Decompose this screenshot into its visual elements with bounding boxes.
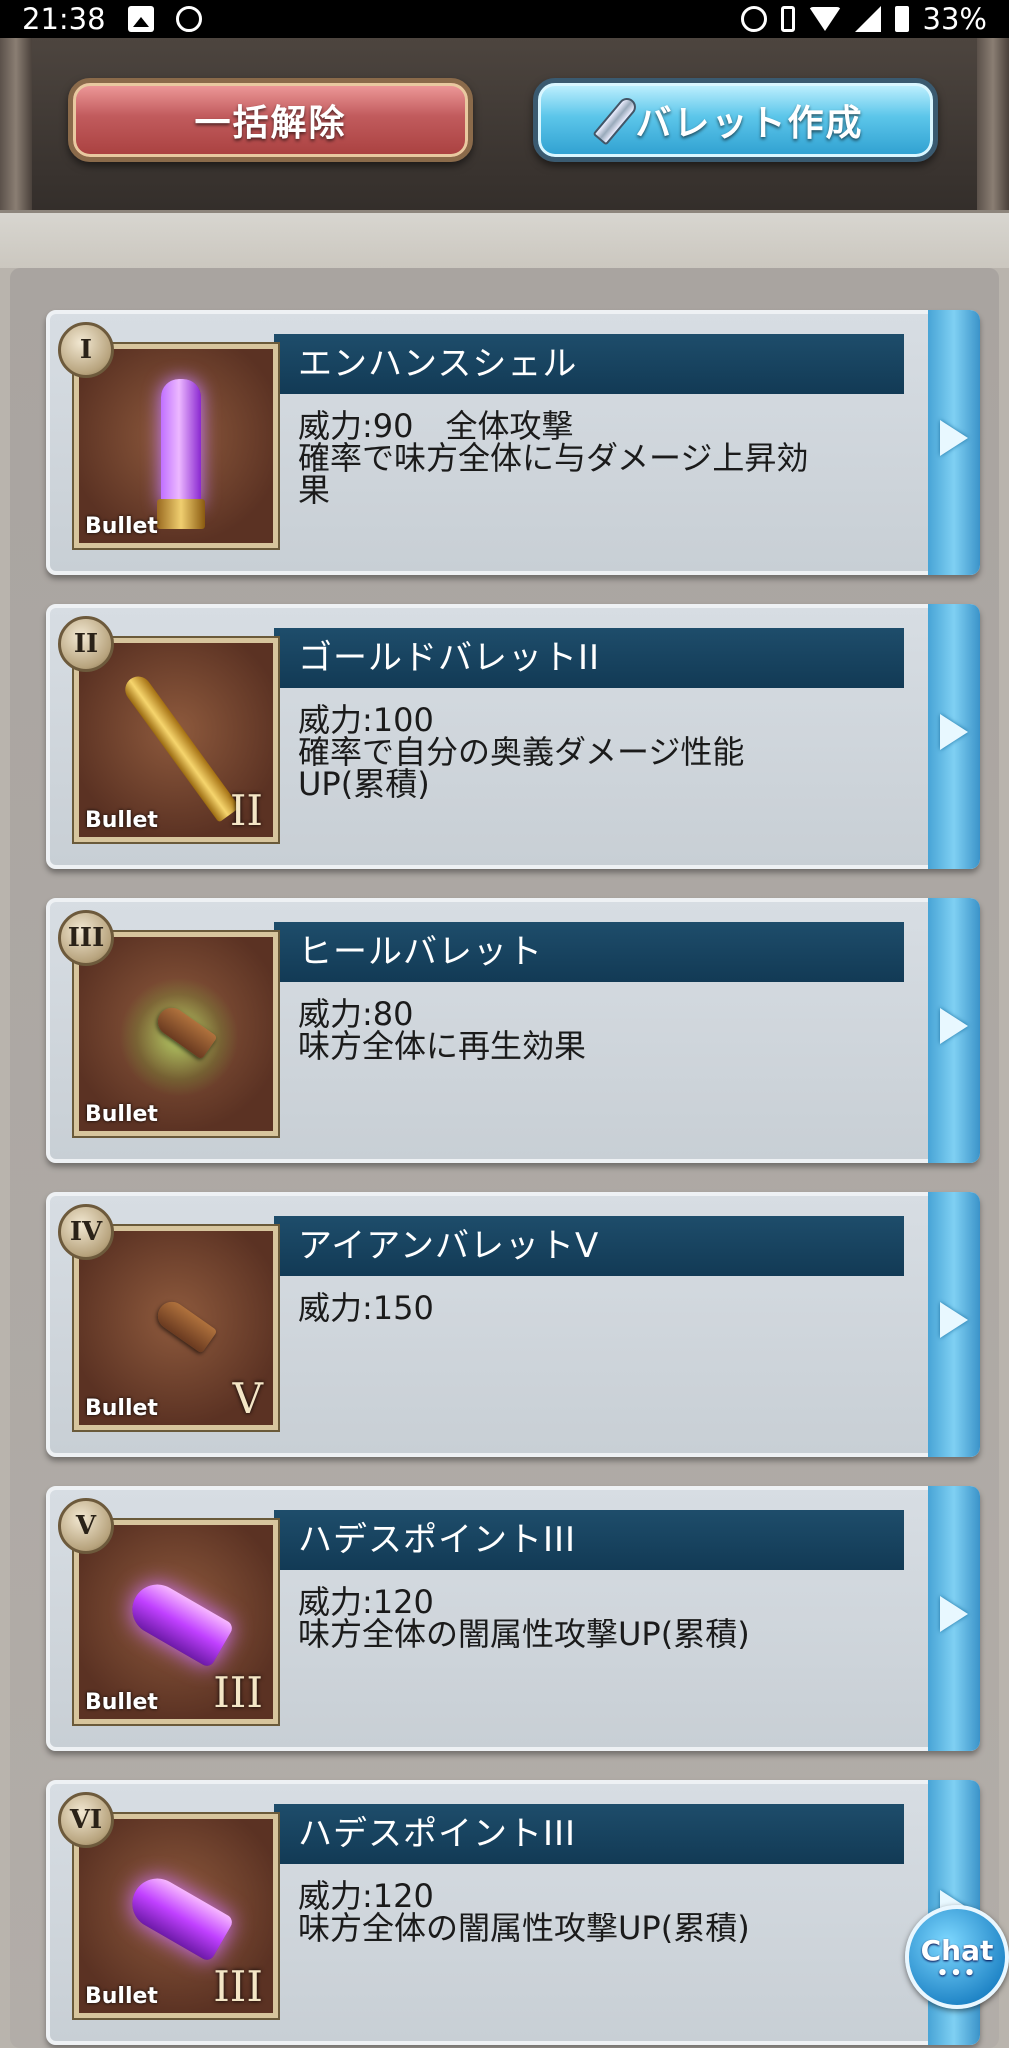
- bullet-thumbnail: Bullet II: [74, 638, 278, 842]
- thumb-type-label: Bullet: [85, 808, 158, 833]
- bullet-thumbnail: Bullet V: [74, 1226, 278, 1430]
- thumb-level: II: [229, 786, 263, 835]
- bullet-description: 威力:120 味方全体の闇属性攻撃UP(累積): [298, 1586, 918, 1650]
- release-all-label: 一括解除: [194, 103, 347, 144]
- description-line: 威力:120: [298, 1877, 434, 1915]
- slot-number-badge: III: [58, 910, 114, 966]
- enhance-shell-art: [161, 379, 201, 507]
- thumb-level: III: [213, 1962, 263, 2011]
- description-line: 確率で味方全体に与ダメージ上昇効: [298, 439, 809, 477]
- bullet-name: ハデスポイントIII: [298, 1520, 577, 1560]
- gold-bullet-art: [120, 671, 240, 823]
- game-icon: [175, 6, 202, 32]
- slot-number-badge: I: [58, 322, 114, 378]
- bullet-card[interactable]: ヒールバレット 威力:80 味方全体に再生効果 Bullet III: [46, 898, 980, 1163]
- bullet-description: 威力:90 全体攻撃 確率で味方全体に与ダメージ上昇効 果: [298, 410, 918, 506]
- detail-tab[interactable]: [928, 1486, 980, 1751]
- bullet-name: ハデスポイントIII: [298, 1814, 577, 1854]
- description-line: 味方全体に再生効果: [298, 1027, 587, 1065]
- bullet-card[interactable]: ハデスポイントIII 威力:120 味方全体の闇属性攻撃UP(累積) Bulle…: [46, 1780, 980, 2045]
- bullet-card[interactable]: ゴールドバレットII 威力:100 確率で自分の奥義ダメージ性能 UP(累積) …: [46, 604, 980, 869]
- vibrate-icon: [780, 6, 795, 32]
- iron-bullet-art: [152, 1296, 218, 1354]
- bullet-card[interactable]: ハデスポイントIII 威力:120 味方全体の闇属性攻撃UP(累積) Bulle…: [46, 1486, 980, 1751]
- bullet-icon: [592, 94, 641, 146]
- description-line: 確率で自分の奥義ダメージ性能: [298, 733, 745, 771]
- shell-base-art: [157, 499, 205, 529]
- bullet-description: 威力:100 確率で自分の奥義ダメージ性能 UP(累積): [298, 704, 918, 800]
- slot-number-badge: V: [58, 1498, 114, 1554]
- bullet-thumbnail: Bullet: [74, 344, 278, 548]
- create-bullet-label: バレット作成: [635, 103, 864, 144]
- arrow-right-icon: [940, 714, 968, 750]
- bullet-description: 威力:120 味方全体の闇属性攻撃UP(累積): [298, 1880, 918, 1944]
- release-all-button[interactable]: 一括解除: [68, 78, 473, 162]
- wifi-icon: [808, 7, 841, 31]
- bullet-thumbnail: Bullet: [74, 932, 278, 1136]
- clock: 21:38: [22, 2, 106, 36]
- description-line: UP(累積): [298, 765, 430, 803]
- hades-point-art: [123, 1869, 235, 1963]
- description-line: 威力:100: [298, 701, 434, 739]
- chat-label: Chat: [920, 1933, 994, 1967]
- description-line: 威力:120: [298, 1583, 434, 1621]
- chat-button[interactable]: Chat •••: [905, 1905, 1009, 2009]
- detail-tab[interactable]: [928, 310, 980, 575]
- slot-number-badge: IV: [58, 1204, 114, 1260]
- thumb-type-label: Bullet: [85, 1984, 158, 2009]
- create-bullet-button[interactable]: バレット作成: [533, 78, 938, 162]
- bullet-card[interactable]: エンハンスシェル 威力:90 全体攻撃 確率で味方全体に与ダメージ上昇効 果 B…: [46, 310, 980, 575]
- slot-number-badge: VI: [58, 1792, 114, 1848]
- bullet-name: ゴールドバレットII: [298, 638, 601, 678]
- header-band: [0, 210, 1009, 268]
- status-bar: 21:38 33%: [0, 0, 1009, 38]
- chat-dots-icon: •••: [936, 1962, 978, 1984]
- battery-percent: 33%: [922, 2, 987, 36]
- arrow-right-icon: [940, 1302, 968, 1338]
- detail-tab[interactable]: [928, 604, 980, 869]
- arrow-right-icon: [940, 1008, 968, 1044]
- detail-tab[interactable]: [928, 1192, 980, 1457]
- description-line: 威力:80: [298, 995, 414, 1033]
- thumb-type-label: Bullet: [85, 1396, 158, 1421]
- description-line: 味方全体の闇属性攻撃UP(累積): [298, 1615, 750, 1653]
- thumb-type-label: Bullet: [85, 1690, 158, 1715]
- thumb-type-label: Bullet: [85, 1102, 158, 1127]
- bullet-name: アイアンバレットV: [298, 1226, 600, 1266]
- hades-point-art: [123, 1575, 235, 1669]
- arrow-right-icon: [940, 420, 968, 456]
- description-line: 味方全体の闇属性攻撃UP(累積): [298, 1909, 750, 1947]
- thumb-level: V: [232, 1374, 263, 1423]
- arrow-right-icon: [940, 1596, 968, 1632]
- bullet-thumbnail: Bullet III: [74, 1520, 278, 1724]
- bullet-card[interactable]: アイアンバレットV 威力:150 Bullet V IV: [46, 1192, 980, 1457]
- bullet-thumbnail: Bullet III: [74, 1814, 278, 2018]
- description-line: 威力:150: [298, 1289, 434, 1327]
- thumb-level: III: [213, 1668, 263, 1717]
- image-icon: [127, 6, 154, 32]
- detail-tab[interactable]: [928, 898, 980, 1163]
- bullet-name: ヒールバレット: [298, 932, 543, 972]
- signal-icon: [854, 6, 881, 32]
- alarm-icon: [740, 6, 767, 32]
- description-line: 果: [298, 471, 331, 509]
- slot-number-badge: II: [58, 616, 114, 672]
- bullet-description: 威力:80 味方全体に再生効果: [298, 998, 918, 1062]
- bullet-list: エンハンスシェル 威力:90 全体攻撃 確率で味方全体に与ダメージ上昇効 果 B…: [10, 268, 999, 2048]
- battery-icon: [894, 6, 909, 32]
- thumb-type-label: Bullet: [85, 514, 158, 539]
- bullet-description: 威力:150: [298, 1292, 918, 1324]
- description-line: 威力:90 全体攻撃: [298, 407, 574, 445]
- bullet-name: エンハンスシェル: [298, 344, 578, 384]
